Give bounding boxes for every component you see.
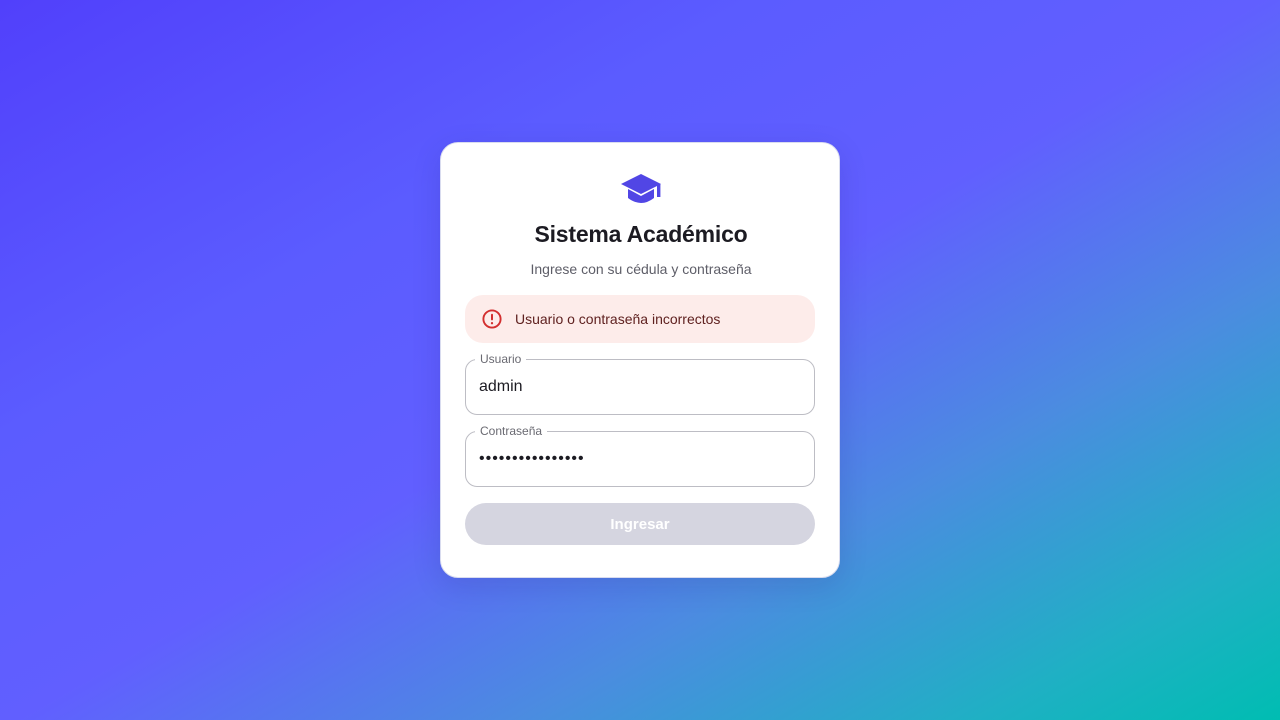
password-input[interactable] bbox=[479, 432, 799, 486]
error-alert: Usuario o contraseña incorrectos bbox=[465, 295, 815, 343]
username-input[interactable] bbox=[479, 360, 799, 414]
error-outline-icon bbox=[481, 308, 503, 330]
username-field[interactable]: Usuario bbox=[465, 351, 815, 415]
page-title: Sistema Académico bbox=[534, 221, 748, 247]
page-subtitle: Ingrese con su cédula y contraseña bbox=[530, 261, 752, 277]
password-field[interactable]: Contraseña bbox=[465, 423, 815, 487]
login-card: Sistema Académico Ingrese con su cédula … bbox=[440, 142, 840, 578]
login-button[interactable]: Ingresar bbox=[465, 503, 815, 545]
error-message: Usuario o contraseña incorrectos bbox=[515, 311, 721, 327]
graduation-cap-icon bbox=[621, 174, 661, 203]
